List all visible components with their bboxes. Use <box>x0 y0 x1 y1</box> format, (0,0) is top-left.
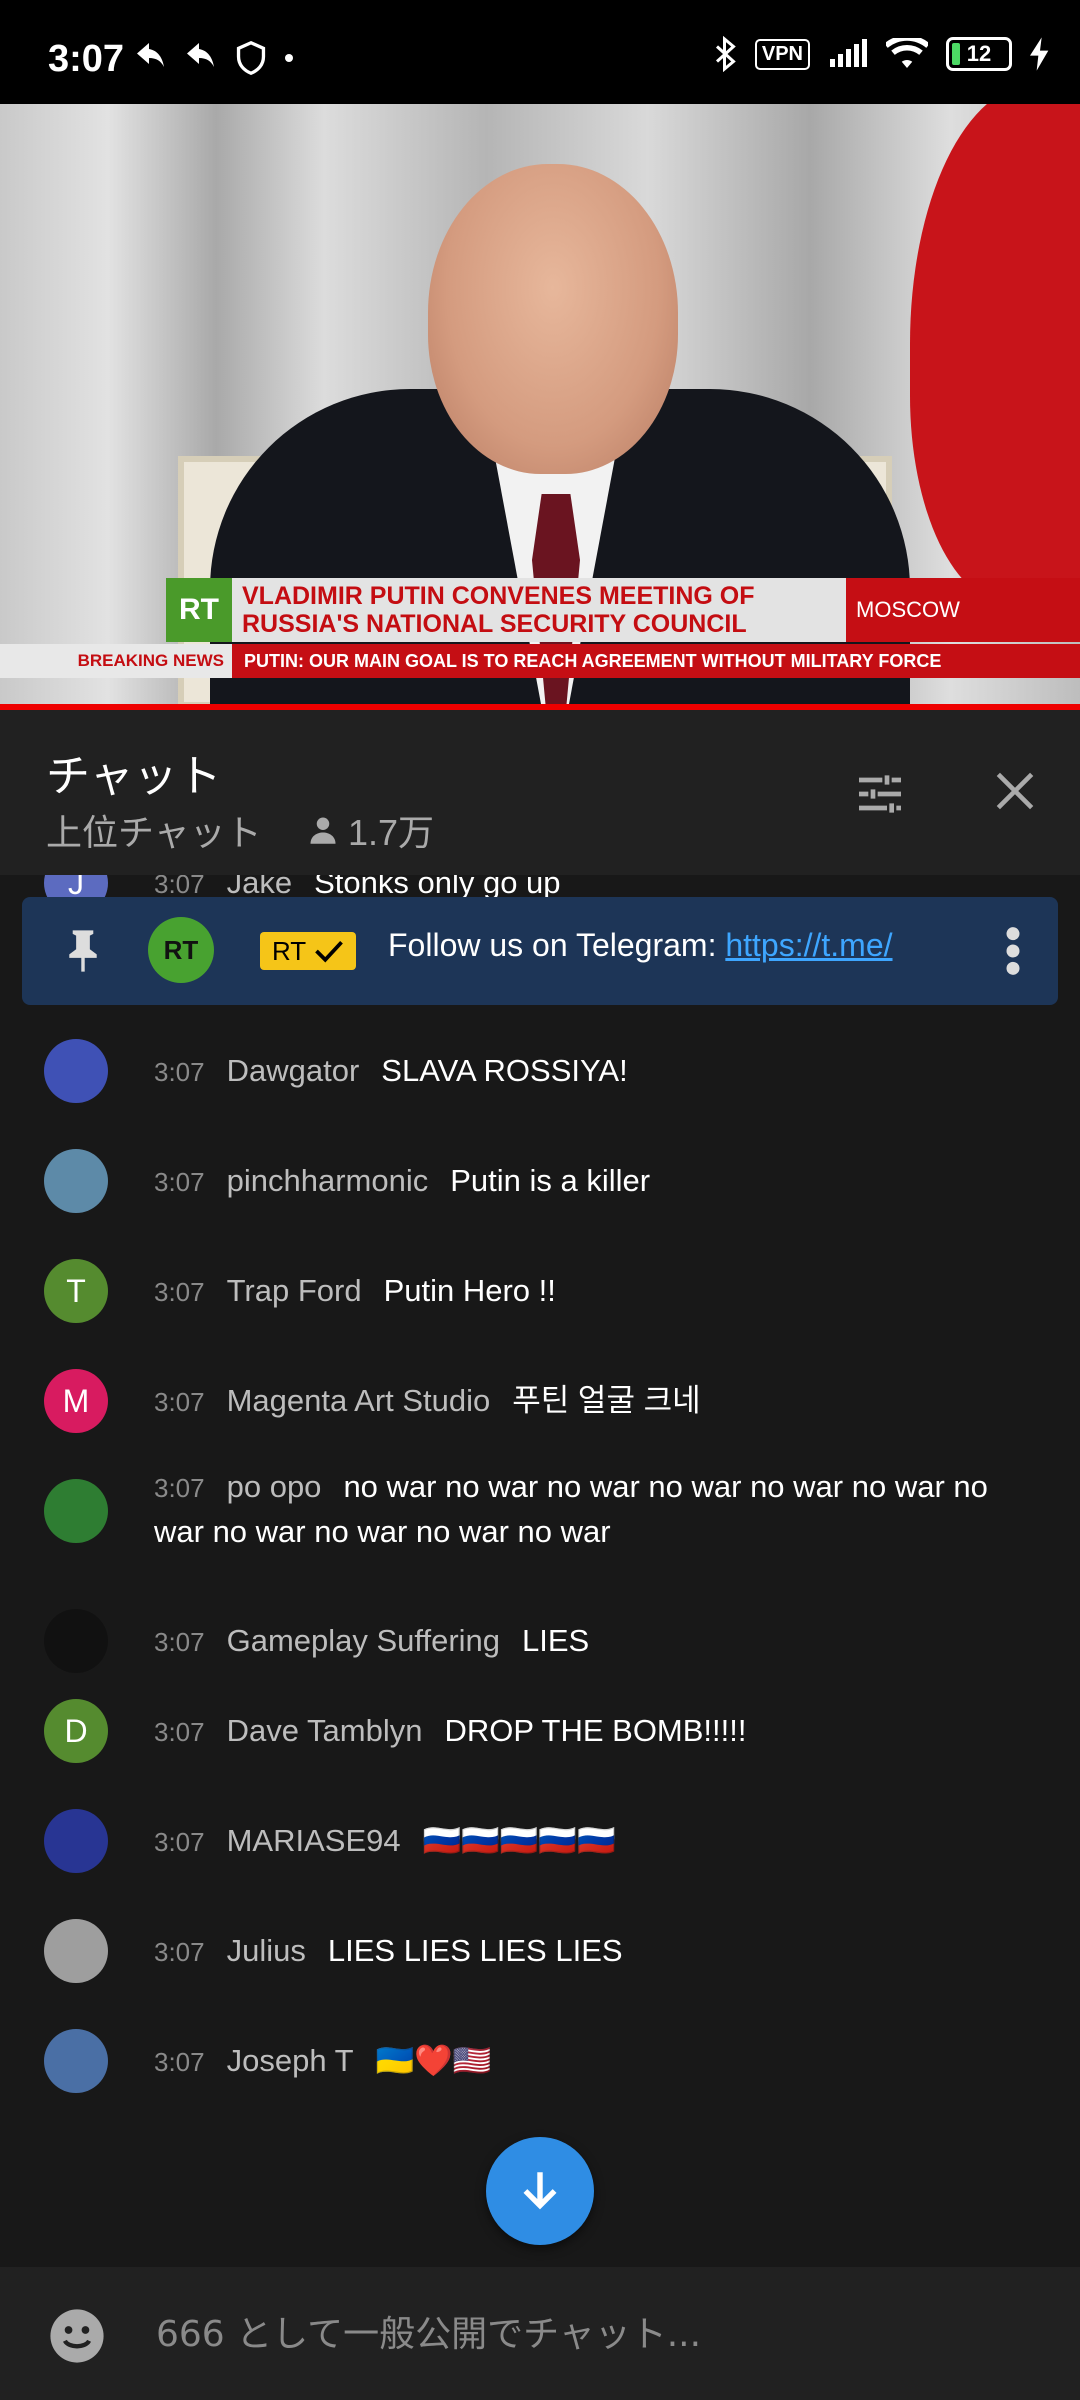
message-author[interactable]: Dave Tamblyn <box>227 1713 423 1748</box>
status-time: 3:07 <box>48 38 125 80</box>
video-player[interactable]: RT VLADIMIR PUTIN CONVENES MEETING OF RU… <box>0 104 1080 704</box>
chat-title: チャット <box>46 752 222 801</box>
message-timestamp: 3:07 <box>154 2047 205 2077</box>
reply-icon <box>187 43 214 67</box>
viewer-count: 1.7万 <box>308 804 434 856</box>
emoji-icon[interactable] <box>48 2307 106 2365</box>
avatar[interactable] <box>44 1039 108 1103</box>
message-author[interactable]: Joseph T <box>227 2043 354 2078</box>
status-bar: 3:07 VPN 12 <box>0 0 1080 104</box>
battery-level: 12 <box>966 41 992 66</box>
message-author[interactable]: Gameplay Suffering <box>227 1623 500 1658</box>
avatar[interactable] <box>44 1919 108 1983</box>
avatar[interactable] <box>44 1149 108 1213</box>
message-text: SLAVA ROSSIYA! <box>381 1053 628 1088</box>
avatar[interactable] <box>44 2029 108 2093</box>
chat-message-content: 3:07 Julius LIES LIES LIES LIES <box>154 1929 1024 1974</box>
chat-message-content: 3:07 Dave Tamblyn DROP THE BOMB!!!!! <box>154 1709 1024 1754</box>
vpn-badge: VPN <box>754 38 810 70</box>
message-author[interactable]: po opo <box>227 1469 322 1504</box>
message-text: LIES <box>522 1623 590 1658</box>
chat-header: チャット 上位チャット 1.7万 <box>0 710 1080 875</box>
person-icon <box>310 817 336 844</box>
chat-message-content: 3:07 pinchharmonic Putin is a killer <box>154 1159 1024 1204</box>
pinned-message-text: Follow us on Telegram: https://t.me/ <box>388 927 893 963</box>
pin-icon <box>69 930 97 972</box>
reply-icon <box>137 43 164 67</box>
breaking-news-label: BREAKING NEWS <box>0 644 232 678</box>
avatar[interactable]: M <box>44 1369 108 1433</box>
charging-icon <box>1030 37 1049 71</box>
more-options-icon[interactable] <box>998 925 1028 977</box>
message-author[interactable]: pinchharmonic <box>227 1163 429 1198</box>
message-timestamp: 3:07 <box>154 1057 205 1087</box>
avatar: RT <box>148 917 214 983</box>
message-author[interactable]: Dawgator <box>227 1053 360 1088</box>
avatar[interactable] <box>44 1809 108 1873</box>
avatar[interactable] <box>44 1479 108 1543</box>
chat-message-list[interactable]: J3:07JakeStonks only go upP3:07Perry 01历… <box>0 875 1080 2265</box>
message-text: 푸틴 얼굴 크네 <box>512 1383 701 1418</box>
telegram-link[interactable]: https://t.me/ <box>725 927 892 963</box>
message-author[interactable]: MARIASE94 <box>227 1823 401 1858</box>
channel-owner-badge: RT <box>260 932 357 970</box>
close-icon[interactable] <box>990 766 1040 816</box>
chat-message-content: 3:07 MARIASE94 🇷🇺🇷🇺🇷🇺🇷🇺🇷🇺 <box>154 1819 1024 1864</box>
breaking-news-ticker: BREAKING NEWS PUTIN: OUR MAIN GOAL IS TO… <box>0 644 1080 678</box>
rt-logo: RT <box>166 578 232 642</box>
message-timestamp: 3:07 <box>154 1167 205 1197</box>
chat-message-content: 3:07 Trap Ford Putin Hero !! <box>154 1269 1024 1314</box>
message-timestamp: 3:07 <box>154 1387 205 1417</box>
message-text: 🇺🇦❤️🇺🇸 <box>375 2043 492 2078</box>
chat-message-content: 3:07 Joseph T 🇺🇦❤️🇺🇸 <box>154 2039 1024 2084</box>
message-author[interactable]: Magenta Art Studio <box>227 1383 491 1418</box>
chat-input-bar <box>0 2267 1080 2400</box>
avatar[interactable]: T <box>44 1259 108 1323</box>
message-timestamp: 3:07 <box>154 1717 205 1747</box>
verified-check-icon <box>315 940 344 963</box>
message-text: DROP THE BOMB!!!!! <box>444 1713 747 1748</box>
wifi-icon <box>886 38 928 68</box>
chat-input[interactable] <box>154 2303 1038 2365</box>
chat-message-content: 3:07 Magenta Art Studio 푸틴 얼굴 크네 <box>154 1379 1024 1424</box>
shield-icon <box>236 40 266 76</box>
breaking-news-text: PUTIN: OUR MAIN GOAL IS TO REACH AGREEME… <box>232 644 1080 678</box>
chat-message-content: 3:07 Gameplay Suffering LIES <box>154 1619 1024 1664</box>
news-headline: VLADIMIR PUTIN CONVENES MEETING OF RUSSI… <box>232 578 846 642</box>
message-timestamp: 3:07 <box>154 1473 205 1503</box>
message-text: Putin is a killer <box>450 1163 651 1198</box>
arrow-down-icon <box>523 2172 557 2210</box>
message-author[interactable]: Julius <box>227 1933 306 1968</box>
flag-image <box>910 104 1080 604</box>
chat-message-content: 3:07 po opo no war no war no war no war no… <box>154 1465 1024 1554</box>
pinned-message[interactable]: RT RT Follow us on Telegram: https://t.m… <box>22 897 1058 1005</box>
bluetooth-icon <box>715 36 736 72</box>
dot-icon <box>285 54 293 62</box>
avatar[interactable]: D <box>44 1699 108 1763</box>
message-text: Putin Hero !! <box>383 1273 556 1308</box>
message-text: LIES LIES LIES LIES <box>327 1933 623 1968</box>
battery-indicator: 12 <box>946 37 1012 71</box>
filter-settings-icon[interactable] <box>852 766 908 822</box>
notification-icons <box>134 40 296 76</box>
avatar[interactable] <box>44 1609 108 1673</box>
signal-icon <box>830 39 867 67</box>
message-timestamp: 3:07 <box>154 1627 205 1657</box>
message-timestamp: 3:07 <box>154 1277 205 1307</box>
message-timestamp: 3:07 <box>154 1827 205 1857</box>
message-author[interactable]: Trap Ford <box>227 1273 362 1308</box>
chat-message-content: 3:07 Dawgator SLAVA ROSSIYA! <box>154 1049 1024 1094</box>
message-text: 🇷🇺🇷🇺🇷🇺🇷🇺🇷🇺 <box>422 1823 616 1858</box>
news-lower-third: RT VLADIMIR PUTIN CONVENES MEETING OF RU… <box>166 578 1080 642</box>
chat-mode-selector[interactable]: 上位チャット <box>46 804 262 856</box>
scroll-to-bottom-button[interactable] <box>486 2137 594 2245</box>
message-timestamp: 3:07 <box>154 1937 205 1967</box>
message-timestamp: 3:07 <box>154 875 205 899</box>
news-location: MOSCOW <box>846 578 1080 642</box>
